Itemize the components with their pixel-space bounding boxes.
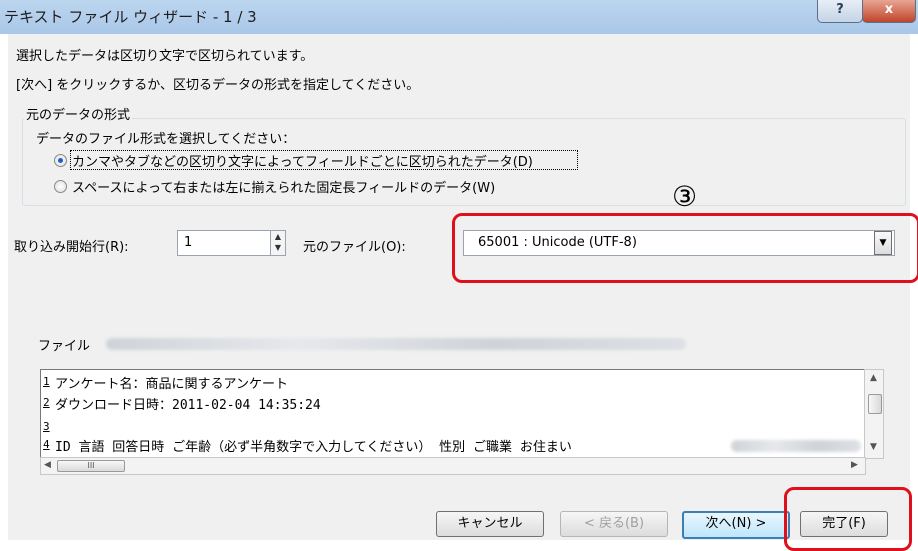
- blurred-text: [731, 440, 861, 452]
- intro-line-2: [次へ] をクリックするか、区切るデータの形式を指定してください。: [16, 78, 420, 93]
- file-label: ファイル: [38, 339, 91, 354]
- start-row-value: 1: [184, 235, 193, 250]
- chevron-down-icon[interactable]: ▼: [874, 231, 892, 255]
- origin-label: 元のファイル(O):: [303, 240, 406, 255]
- scroll-left-icon[interactable]: ◀: [44, 460, 51, 470]
- window-title: テキスト ファイル ウィザード - 1 / 3: [4, 8, 257, 26]
- row-number: 2: [43, 396, 50, 409]
- cancel-button[interactable]: キャンセル: [436, 511, 544, 537]
- annotation-marker-3: ③: [672, 180, 698, 213]
- preview-row: アンケート名：商品に関するアンケート: [55, 377, 288, 392]
- delimited-option-label[interactable]: カンマやタブなどの区切り文字によってフィールドごとに区切られたデータ(D): [72, 151, 533, 170]
- back-button[interactable]: < 戻る(B): [560, 511, 668, 537]
- format-prompt: データのファイル形式を選択してください：: [36, 132, 296, 147]
- scroll-right-icon[interactable]: ▶: [851, 460, 858, 470]
- format-group-title: 元のデータの形式: [24, 104, 133, 123]
- preview-row: ダウンロード日時：2011-02-04 14:35:24: [55, 398, 321, 413]
- title-bar: テキスト ファイル ウィザード - 1 / 3 ? x: [0, 0, 918, 34]
- scroll-up-icon[interactable]: ▲: [870, 373, 877, 383]
- origin-selected-value: 65001 : Unicode (UTF-8): [478, 235, 637, 250]
- delimited-radio[interactable]: [54, 154, 67, 167]
- horizontal-scroll-thumb[interactable]: III: [57, 460, 125, 472]
- vertical-scroll-thumb[interactable]: [868, 394, 882, 414]
- blurred-file-path: [106, 338, 686, 350]
- intro-line-1: 選択したデータは区切り文字で区切られています。: [16, 49, 314, 64]
- start-row-input[interactable]: 1: [177, 230, 271, 256]
- fixed-width-option-label[interactable]: スペースによって右または左に揃えられた固定長フィールドのデータ(W): [72, 177, 495, 196]
- next-button[interactable]: 次へ(N) >: [682, 511, 790, 539]
- origin-select[interactable]: 65001 : Unicode (UTF-8) ▼: [463, 230, 895, 256]
- vertical-scrollbar[interactable]: ▲ ▼: [864, 369, 884, 459]
- preview-row: ID 言語 回答日時 ご年齢（必ず半角数字で入力してください） 性別 ご職業 お…: [55, 440, 572, 455]
- horizontal-scrollbar[interactable]: ◀ III ▶: [40, 457, 866, 475]
- data-preview[interactable]: 1 アンケート名：商品に関するアンケート 2 ダウンロード日時：2011-02-…: [40, 369, 866, 459]
- start-row-spinner[interactable]: ▲ ▼: [270, 230, 286, 256]
- row-number: 1: [43, 375, 50, 388]
- start-row-label: 取り込み開始行(R):: [14, 240, 129, 255]
- row-number: 3: [43, 420, 50, 433]
- scroll-down-icon[interactable]: ▼: [870, 442, 877, 452]
- annotation-highlight-finish: [784, 487, 912, 551]
- fixed-width-radio[interactable]: [54, 180, 67, 193]
- row-number: 4: [43, 438, 50, 451]
- close-button[interactable]: x: [862, 0, 916, 23]
- help-button[interactable]: ?: [817, 0, 863, 23]
